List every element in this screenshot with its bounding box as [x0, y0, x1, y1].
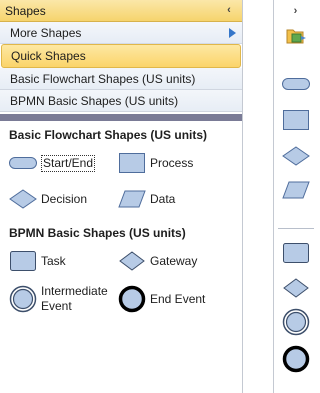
- stencil-bpmn-basic[interactable]: BPMN Basic Shapes (US units): [0, 90, 242, 112]
- stencil-folder-icon[interactable]: [286, 27, 308, 45]
- expand-panel-button[interactable]: ›: [274, 0, 317, 22]
- shapes-panel-header: Shapes ‹: [0, 0, 242, 22]
- collapsed-shapes-strip: ›: [273, 0, 317, 393]
- stencil-basic-flowchart[interactable]: Basic Flowchart Shapes (US units): [0, 68, 242, 90]
- shape-label: Decision: [41, 191, 88, 206]
- shape-label: Data: [150, 191, 176, 206]
- section-basic-flowchart: Basic Flowchart Shapes (US units) Start/…: [0, 125, 242, 217]
- terminator-icon[interactable]: [282, 70, 310, 98]
- decision-icon: [8, 184, 38, 214]
- process-icon[interactable]: [282, 106, 310, 134]
- shape-label: End Event: [150, 291, 206, 306]
- shape-label: Start/End: [41, 154, 96, 172]
- shape-label: Gateway: [150, 253, 198, 268]
- collapse-panel-button[interactable]: ‹: [222, 3, 236, 17]
- quick-shapes-label: Quick Shapes: [11, 49, 86, 63]
- panel-title: Shapes: [5, 3, 46, 18]
- shape-end-event[interactable]: End Event: [117, 279, 227, 319]
- shape-label: Intermediate Event: [41, 284, 108, 313]
- intermediate-event-icon: [8, 284, 38, 314]
- submenu-arrow-icon: [229, 28, 236, 38]
- data-icon: [117, 184, 147, 214]
- more-shapes-label: More Shapes: [10, 25, 82, 40]
- stencil-label: Basic Flowchart Shapes (US units): [10, 71, 196, 86]
- more-shapes-menu[interactable]: More Shapes: [0, 22, 242, 44]
- end-event-icon: [117, 284, 147, 314]
- terminator-icon: [8, 148, 38, 178]
- section-divider: [0, 114, 242, 121]
- task-icon: [8, 246, 38, 276]
- shape-gateway[interactable]: Gateway: [117, 243, 227, 279]
- shape-start-end[interactable]: Start/End: [8, 145, 117, 181]
- stencil-label: BPMN Basic Shapes (US units): [10, 93, 179, 108]
- section-bpmn-basic: BPMN Basic Shapes (US units) Task Gatewa…: [0, 223, 242, 319]
- strip-divider: [278, 228, 314, 229]
- shapes-panel: Shapes ‹ More Shapes Quick Shapes Basic …: [0, 0, 243, 393]
- section-title: BPMN Basic Shapes (US units): [9, 226, 186, 240]
- shape-label: Process: [150, 155, 194, 170]
- data-icon[interactable]: [282, 176, 310, 204]
- shape-label: Task: [41, 253, 66, 268]
- decision-icon[interactable]: [282, 142, 310, 170]
- shape-process[interactable]: Process: [117, 145, 227, 181]
- gateway-icon[interactable]: [282, 274, 310, 302]
- process-icon: [117, 148, 147, 178]
- task-icon[interactable]: [282, 239, 310, 267]
- shape-data[interactable]: Data: [117, 181, 227, 217]
- quick-shapes-item[interactable]: Quick Shapes: [1, 44, 241, 68]
- shape-intermediate-event[interactable]: Intermediate Event: [8, 279, 117, 319]
- shape-task[interactable]: Task: [8, 243, 117, 279]
- shape-decision[interactable]: Decision: [8, 181, 117, 217]
- end-event-icon[interactable]: [282, 345, 310, 373]
- intermediate-event-icon[interactable]: [282, 308, 310, 336]
- gateway-icon: [117, 246, 147, 276]
- section-title: Basic Flowchart Shapes (US units): [9, 128, 208, 142]
